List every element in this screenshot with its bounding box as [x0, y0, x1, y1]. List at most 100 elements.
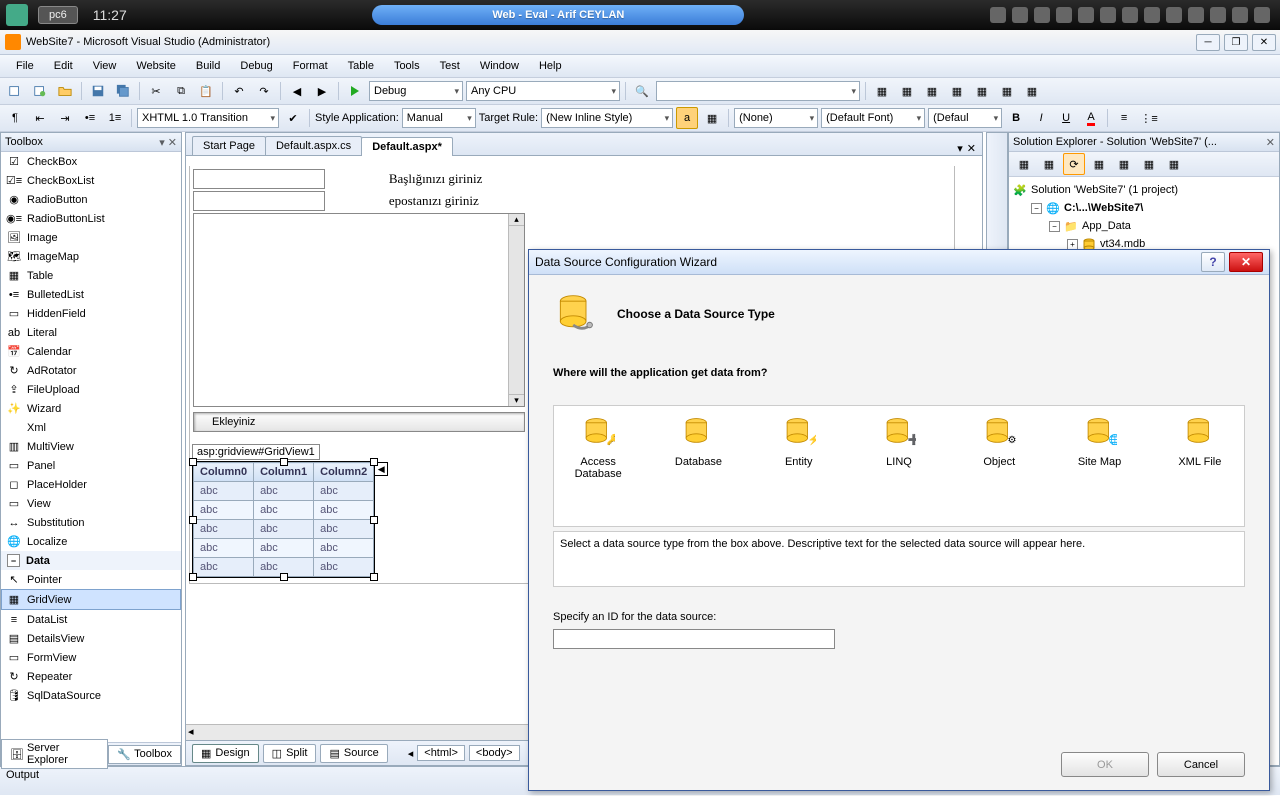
- menu-debug[interactable]: Debug: [230, 58, 282, 74]
- copy-icon[interactable]: ⧉: [170, 80, 192, 102]
- undo-icon[interactable]: ↶: [228, 80, 250, 102]
- body-textarea[interactable]: [193, 213, 525, 407]
- toolbox-item-bulletedlist[interactable]: •≡BulletedList: [1, 285, 181, 304]
- tab-dropdown-icon[interactable]: ▾: [957, 142, 963, 155]
- validate-icon[interactable]: ✔: [282, 107, 304, 129]
- list-ol-icon[interactable]: 1≡: [104, 107, 126, 129]
- toolbox-item-sqldatasource[interactable]: 🛢SqlDataSource: [1, 686, 181, 705]
- doctype-combo[interactable]: XHTML 1.0 Transition: [137, 108, 279, 128]
- save-icon[interactable]: [87, 80, 109, 102]
- solex-properties-icon[interactable]: ▦: [1013, 153, 1035, 175]
- solex-view-icon[interactable]: ▦: [1113, 153, 1135, 175]
- fontcolor-icon[interactable]: A: [1080, 107, 1102, 129]
- menu-window[interactable]: Window: [470, 58, 529, 74]
- ext7-icon[interactable]: ▦: [1021, 80, 1043, 102]
- toolbox-item-adrotator[interactable]: ↻AdRotator: [1, 361, 181, 380]
- find-icon[interactable]: 🔍: [631, 80, 653, 102]
- solex-config-icon[interactable]: ▦: [1163, 153, 1185, 175]
- menu-edit[interactable]: Edit: [44, 58, 83, 74]
- toolbox-group-data[interactable]: Data: [1, 551, 181, 570]
- toolbox-item-repeater[interactable]: ↻Repeater: [1, 667, 181, 686]
- underline-icon[interactable]: U: [1055, 107, 1077, 129]
- ext1-icon[interactable]: ▦: [871, 80, 893, 102]
- toolbox-item-table[interactable]: ▦Table: [1, 266, 181, 285]
- fontsize-combo[interactable]: (Defaul: [928, 108, 1002, 128]
- crumb-html[interactable]: <html>: [417, 745, 465, 761]
- ext3-icon[interactable]: ▦: [921, 80, 943, 102]
- bold-icon[interactable]: B: [1005, 107, 1027, 129]
- ok-button[interactable]: OK: [1061, 752, 1149, 777]
- ds-option-linq[interactable]: ➕LINQ: [865, 416, 933, 468]
- toolbox-item-literal[interactable]: abLiteral: [1, 323, 181, 342]
- toolbox-item-xml[interactable]: Xml: [1, 418, 181, 437]
- outdent-icon[interactable]: ⇤: [29, 107, 51, 129]
- targetrule-combo[interactable]: (New Inline Style): [541, 108, 673, 128]
- toolbox-item-localize[interactable]: 🌐Localize: [1, 532, 181, 551]
- ext5-icon[interactable]: ▦: [971, 80, 993, 102]
- indent-icon[interactable]: ⇥: [54, 107, 76, 129]
- toolbox-item-multiview[interactable]: ▥MultiView: [1, 437, 181, 456]
- tree-appdata[interactable]: −📁App_Data: [1013, 217, 1275, 235]
- menu-test[interactable]: Test: [430, 58, 470, 74]
- nav-back-icon[interactable]: ◀: [286, 80, 308, 102]
- toolbox-item-imagemap[interactable]: 🗺ImageMap: [1, 247, 181, 266]
- ds-option-object[interactable]: ⚙Object: [965, 416, 1033, 468]
- menu-format[interactable]: Format: [283, 58, 338, 74]
- ext4-icon[interactable]: ▦: [946, 80, 968, 102]
- solex-nest-icon[interactable]: ▦: [1088, 153, 1110, 175]
- menu-file[interactable]: File: [6, 58, 44, 74]
- tab-default-aspx[interactable]: Default.aspx*: [361, 137, 453, 156]
- toolbox-item-radiobutton[interactable]: ◉RadioButton: [1, 190, 181, 209]
- toolbox-item-pointer[interactable]: ↖Pointer: [1, 570, 181, 589]
- standard-toolbar[interactable]: ✂ ⧉ 📋 ↶ ↷ ◀ ▶ Debug Any CPU 🔍 ▦ ▦ ▦ ▦ ▦ …: [0, 78, 1280, 105]
- solex-copy-icon[interactable]: ▦: [1138, 153, 1160, 175]
- email-input[interactable]: [193, 191, 325, 211]
- menu-table[interactable]: Table: [338, 58, 384, 74]
- menu-view[interactable]: View: [83, 58, 127, 74]
- align-left-icon[interactable]: ≡: [1113, 107, 1135, 129]
- toolbox-item-calendar[interactable]: 📅Calendar: [1, 342, 181, 361]
- config-combo[interactable]: Debug: [369, 81, 463, 101]
- css-tool1-icon[interactable]: a: [676, 107, 698, 129]
- new-project-icon[interactable]: [4, 80, 26, 102]
- datasource-options[interactable]: 🔑Access DatabaseDatabase⚡Entity➕LINQ⚙Obj…: [553, 405, 1245, 527]
- toolbox-item-placeholder[interactable]: ◻PlaceHolder: [1, 475, 181, 494]
- toolbox-item-panel[interactable]: ▭Panel: [1, 456, 181, 475]
- toolbox-item-substitution[interactable]: ↔Substitution: [1, 513, 181, 532]
- menu-tools[interactable]: Tools: [384, 58, 430, 74]
- tree-project[interactable]: −🌐C:\...\WebSite7\: [1013, 199, 1275, 217]
- toolbox-item-detailsview[interactable]: ▤DetailsView: [1, 629, 181, 648]
- tab-default-cs[interactable]: Default.aspx.cs: [265, 136, 362, 155]
- menubar[interactable]: File Edit View Website Build Debug Forma…: [0, 55, 1280, 78]
- system-tray[interactable]: [990, 7, 1270, 23]
- italic-icon[interactable]: I: [1030, 107, 1052, 129]
- ds-option-access-database[interactable]: 🔑Access Database: [564, 416, 632, 480]
- list-ul-icon[interactable]: •≡: [79, 107, 101, 129]
- toolbox-item-view[interactable]: ▭View: [1, 494, 181, 513]
- toolbox-item-image[interactable]: 🖼Image: [1, 228, 181, 247]
- minimize-button[interactable]: ─: [1196, 34, 1220, 51]
- close-button[interactable]: ✕: [1252, 34, 1276, 51]
- toolbox-item-datalist[interactable]: ≡DataList: [1, 610, 181, 629]
- ext6-icon[interactable]: ▦: [996, 80, 1018, 102]
- datasource-id-input[interactable]: [553, 629, 835, 649]
- styleapp-combo[interactable]: Manual: [402, 108, 476, 128]
- tree-solution[interactable]: 🧩Solution 'WebSite7' (1 project): [1013, 181, 1275, 199]
- toolbox-item-checkbox[interactable]: ☑CheckBox: [1, 152, 181, 171]
- ds-option-database[interactable]: Database: [664, 416, 732, 468]
- nav-fwd-icon[interactable]: ▶: [311, 80, 333, 102]
- toolbox-item-fileupload[interactable]: ⇪FileUpload: [1, 380, 181, 399]
- platform-combo[interactable]: Any CPU: [466, 81, 620, 101]
- toolbox-tab[interactable]: 🔧 Toolbox: [108, 745, 181, 764]
- menu-help[interactable]: Help: [529, 58, 572, 74]
- font-combo[interactable]: (Default Font): [821, 108, 925, 128]
- redo-icon[interactable]: ↷: [253, 80, 275, 102]
- submit-button[interactable]: Ekleyiniz: [193, 412, 525, 432]
- cancel-button[interactable]: Cancel: [1157, 752, 1245, 777]
- ext2-icon[interactable]: ▦: [896, 80, 918, 102]
- cut-icon[interactable]: ✂: [145, 80, 167, 102]
- toolbox-item-checkboxlist[interactable]: ☑≡CheckBoxList: [1, 171, 181, 190]
- css-class-combo[interactable]: (None): [734, 108, 818, 128]
- menu-website[interactable]: Website: [126, 58, 186, 74]
- new-website-icon[interactable]: [29, 80, 51, 102]
